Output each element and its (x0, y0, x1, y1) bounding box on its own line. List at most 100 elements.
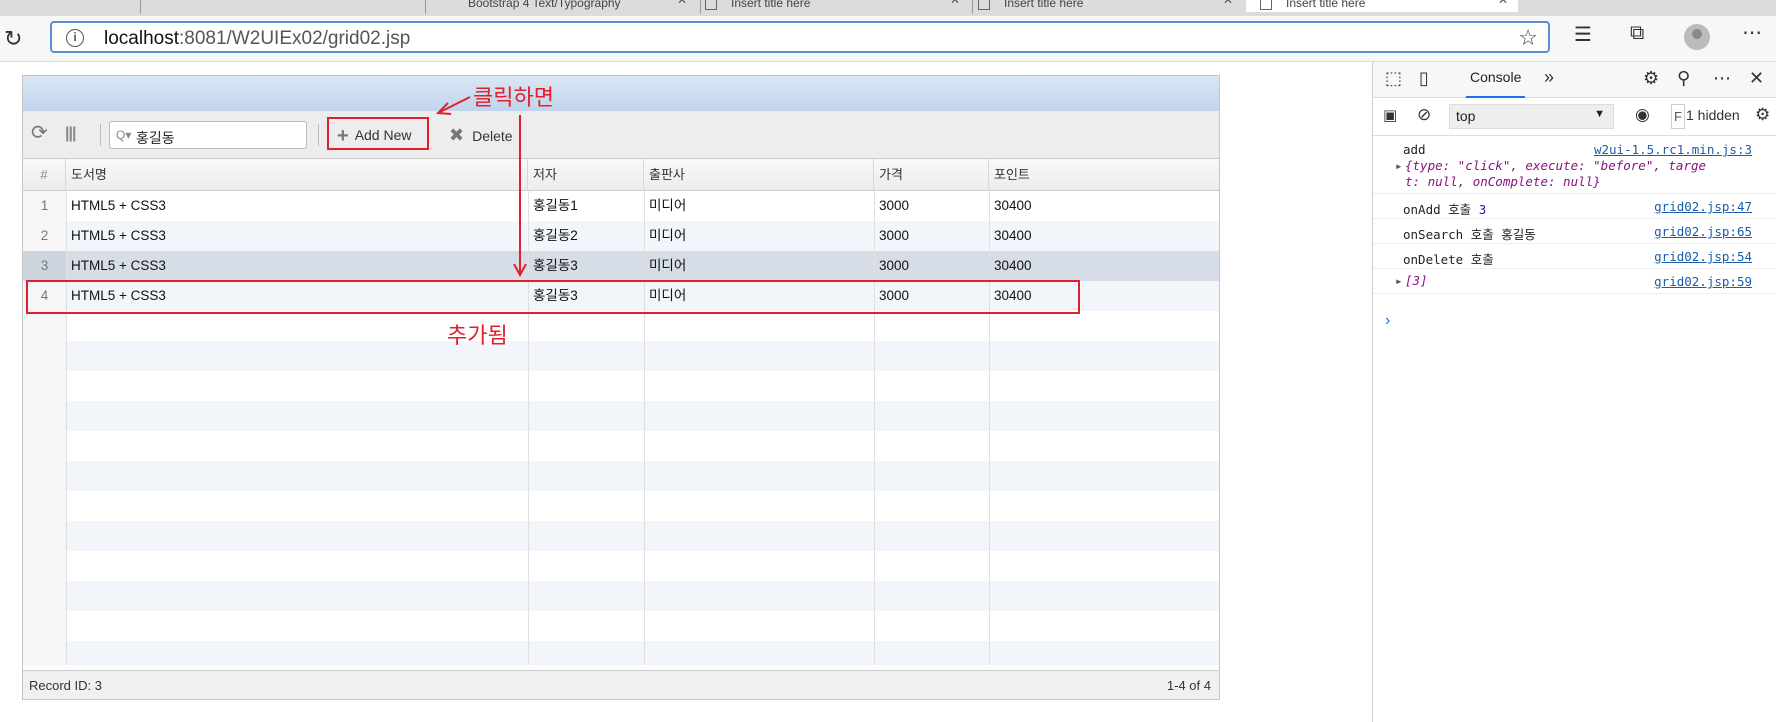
row-number-empty (23, 611, 66, 641)
address-bar-row: ↻ i localhost:8081/W2UIEx02/grid02.jsp ☆… (0, 16, 1776, 62)
cell-price: 3000 (879, 258, 910, 273)
cell-publisher: 미디어 (649, 258, 687, 273)
grid-body: 1 HTML5 + CSS3 홍길동1 미디어 3000 30400 2 HTM… (23, 191, 1219, 665)
feedback-icon[interactable]: ⚲ (1677, 68, 1690, 89)
log-text: onSearch 호출 홍길동 (1403, 227, 1536, 242)
empty-row (23, 641, 1219, 665)
filter-input[interactable]: F (1671, 104, 1685, 129)
row-number: 2 (23, 221, 66, 251)
url-input[interactable]: i localhost:8081/W2UIEx02/grid02.jsp ☆ (50, 21, 1550, 53)
log-source-link[interactable]: grid02.jsp:59 (1654, 274, 1752, 289)
page-icon (978, 0, 990, 10)
console-message: onDelete 호출 grid02.jsp:54 (1373, 244, 1776, 269)
table-row[interactable]: 1 HTML5 + CSS3 홍길동1 미디어 3000 30400 (23, 191, 1219, 221)
eye-icon[interactable]: ◉ (1635, 105, 1650, 125)
column-header-number[interactable]: # (23, 159, 66, 191)
more-tabs-icon[interactable]: » (1544, 67, 1554, 88)
browser-tab[interactable]: Insert title here ✕ (978, 0, 1243, 12)
search-input[interactable]: Q▾ 홍길동 (109, 121, 307, 149)
browser-tab-active[interactable]: Insert title here ✕ (1246, 0, 1518, 12)
device-toolbar-icon[interactable]: ▯ (1419, 68, 1429, 89)
close-icon[interactable]: ✕ (1749, 68, 1764, 89)
browser-tab[interactable]: Insert title here ✕ (705, 0, 970, 12)
record-id-status: Record ID: 3 (29, 678, 102, 693)
toolbar-divider (318, 124, 319, 146)
row-number: 1 (23, 191, 66, 221)
favorite-star-icon[interactable]: ☆ (1518, 25, 1538, 51)
log-source-link[interactable]: grid02.jsp:54 (1654, 249, 1752, 264)
chevron-down-icon: ▼ (1594, 108, 1605, 120)
cell-point: 30400 (994, 228, 1032, 243)
grid-toolbar: ⟳ ||| Q▾ 홍길동 + Add New ✖ Delete (23, 111, 1219, 159)
empty-row (23, 311, 1219, 341)
tab-title: Insert title here (1004, 0, 1084, 10)
collections-icon[interactable]: ⧉ (1630, 22, 1644, 45)
column-header-author[interactable]: 저자 (528, 159, 644, 191)
expand-triangle-icon[interactable]: ▸ (1395, 273, 1403, 289)
log-source-link[interactable]: w2ui-1.5.rc1.min.js:3 (1594, 142, 1752, 157)
tab-close-icon[interactable]: ✕ (950, 0, 960, 7)
empty-row (23, 581, 1219, 611)
console-prompt-icon[interactable]: › (1385, 312, 1390, 330)
url-text: localhost:8081/W2UIEx02/grid02.jsp (104, 28, 411, 49)
cell-publisher: 미디어 (649, 228, 687, 243)
log-text: add (1403, 142, 1426, 157)
tab-separator (140, 0, 141, 14)
row-number-empty (23, 431, 66, 461)
tab-separator (972, 0, 973, 14)
table-row-selected[interactable]: 3 HTML5 + CSS3 홍길동3 미디어 3000 30400 (23, 251, 1219, 281)
empty-row (23, 611, 1219, 641)
reload-icon[interactable]: ↻ (4, 28, 26, 50)
devtools-panel: ⬚ ▯ Console » ⚙ ⚲ ⋯ ✕ ▣ ⊘ top ▼ ◉ F 1 hi… (1372, 62, 1776, 722)
delete-label: Delete (472, 128, 513, 144)
gear-icon[interactable]: ⚙ (1643, 68, 1659, 89)
search-value: 홍길동 (136, 130, 175, 146)
context-selector[interactable]: top ▼ (1449, 104, 1614, 129)
row-number-empty (23, 461, 66, 491)
cell-author: 홍길동3 (533, 258, 578, 273)
empty-row (23, 521, 1219, 551)
delete-button[interactable]: ✖ Delete (441, 120, 519, 150)
log-text: onAdd 호출 3 (1403, 202, 1487, 217)
profile-avatar[interactable] (1684, 24, 1710, 50)
row-number-empty (23, 371, 66, 401)
tab-close-icon[interactable]: ✕ (1223, 0, 1233, 7)
tab-close-icon[interactable]: ✕ (677, 0, 687, 7)
gear-icon[interactable]: ⚙ (1755, 105, 1770, 125)
toolbar-divider (100, 124, 101, 146)
more-options-icon[interactable]: ⋯ (1742, 20, 1762, 45)
cell-title: HTML5 + CSS3 (71, 228, 166, 243)
column-header-point[interactable]: 포인트 (989, 159, 1219, 191)
favorites-list-icon[interactable]: ☰ (1574, 22, 1592, 47)
console-message: ▸ [3] grid02.jsp:59 (1373, 269, 1776, 294)
column-header-title[interactable]: 도서명 (66, 159, 528, 191)
grid-footer: Record ID: 3 1-4 of 4 (23, 670, 1219, 699)
sidebar-toggle-icon[interactable]: ▣ (1383, 106, 1397, 124)
record-count: 1-4 of 4 (1166, 678, 1211, 693)
reload-icon[interactable]: ⟳ (31, 123, 48, 143)
column-header-price[interactable]: 가격 (874, 159, 989, 191)
info-icon[interactable]: i (66, 29, 84, 47)
tab-title: Insert title here (1286, 0, 1366, 10)
tab-console[interactable]: Console (1466, 62, 1526, 98)
data-grid: ⟳ ||| Q▾ 홍길동 + Add New ✖ Delete # 도서명 저자 출… (22, 75, 1220, 700)
expand-triangle-icon[interactable]: ▸ (1395, 158, 1403, 174)
columns-icon[interactable]: ||| (65, 125, 76, 143)
cell-price: 3000 (879, 228, 910, 243)
empty-row (23, 371, 1219, 401)
tab-close-icon[interactable]: ✕ (1498, 0, 1508, 7)
log-source-link[interactable]: grid02.jsp:47 (1654, 199, 1752, 214)
page-icon (705, 0, 717, 10)
browser-tab[interactable]: Bootstrap 4 Text/Typography ✕ (432, 0, 697, 12)
column-header-publisher[interactable]: 출판사 (644, 159, 874, 191)
cell-point: 30400 (994, 258, 1032, 273)
row-number: 3 (23, 251, 66, 281)
more-options-icon[interactable]: ⋯ (1713, 68, 1731, 89)
console-message: onSearch 호출 홍길동 grid02.jsp:65 (1373, 219, 1776, 244)
cell-title: HTML5 + CSS3 (71, 198, 166, 213)
clear-console-icon[interactable]: ⊘ (1417, 105, 1431, 125)
log-source-link[interactable]: grid02.jsp:65 (1654, 224, 1752, 239)
inspect-element-icon[interactable]: ⬚ (1385, 68, 1402, 89)
empty-row (23, 401, 1219, 431)
table-row[interactable]: 2 HTML5 + CSS3 홍길동2 미디어 3000 30400 (23, 221, 1219, 251)
